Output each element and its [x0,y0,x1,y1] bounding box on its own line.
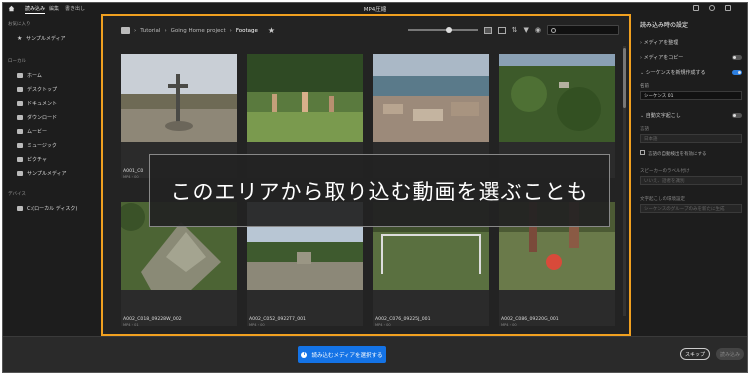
download-icon [17,115,23,120]
scrollbar[interactable] [623,46,626,316]
video-thumbnail[interactable] [121,54,237,142]
copy-media-row[interactable]: › メディアをコピー [640,54,742,61]
chevron-right-icon: › [640,40,642,46]
media-meta: MP4・00 [501,323,517,327]
media-name: A002_C018_09228W_002 [123,317,182,322]
sidebar-item-music[interactable]: ミュージック [17,142,57,149]
import-button[interactable]: 読み込み [716,348,744,360]
sidebar-item-downloads[interactable]: ダウンロード [17,114,57,121]
media-name: A001_C0 [123,169,144,174]
breadcrumb: › Tutorial › Going Home project › Footag… [121,26,275,35]
sidebar-item-sample-media[interactable]: サンプルメディア [17,170,67,177]
home-icon [17,73,23,78]
select-media-button[interactable]: i 読み込むメディアを選択する [298,346,386,363]
list-view-icon[interactable] [497,26,506,34]
folder-icon [17,206,23,211]
import-settings-panel: 読み込み時の設定 › メディアを整理 › メディアをコピー ⌄ シーケンスを新規… [633,14,747,336]
sequence-name-field[interactable]: シーケンス 01 [640,91,742,100]
local-header[interactable]: ローカル [8,58,26,64]
media-name: A002_C086_09220G_001 [501,317,559,322]
video-thumbnail[interactable] [499,54,615,142]
media-meta: MP4・00 [123,175,139,179]
speaker-select[interactable]: いいえ、話者を識別 [640,176,742,185]
search-input[interactable] [547,25,619,35]
skip-button[interactable]: スキップ [680,348,710,360]
top-bar: 読み込み 編集 書き出し MP4圧縮 [3,3,747,14]
project-title: MP4圧縮 [363,7,387,13]
desktop-icon [17,87,23,92]
fullscreen-icon[interactable] [725,5,731,11]
sidebar-item-sample-media-fav[interactable]: ★ サンプルメディア [17,35,66,43]
slider-knob[interactable] [445,27,452,33]
folder-icon [17,171,23,176]
language-select[interactable]: 日本語 [640,134,742,143]
star-icon[interactable]: ★ [268,26,275,35]
language-detect-checkbox[interactable]: 言語の自動検出を有効にする [640,150,707,157]
document-icon [17,101,23,106]
video-thumbnail[interactable] [247,54,363,142]
chevron-down-icon: ⌄ [640,113,645,119]
bottom-bar: i 読み込むメディアを選択する スキップ 読み込み [3,336,747,372]
breadcrumb-item[interactable]: Tutorial [140,28,160,34]
copy-media-toggle[interactable] [732,55,742,60]
breadcrumb-current[interactable]: Footage [236,28,258,34]
caption-overlay: このエリアから取り込む動画を選ぶことも [149,154,610,227]
preset-label: 文字起こしの環境設定 [640,197,685,202]
auto-caption-row[interactable]: ⌄ 自動文字起こし [640,112,742,119]
media-meta: MP4・00 [375,323,391,327]
media-meta: MP4・01 [123,323,139,327]
search-icon [551,28,556,33]
sidebar: お気に入り ★ サンプルメディア ローカル ホーム デスクトップ ドキュメント ダ… [3,14,99,336]
language-label: 言語 [640,127,649,132]
media-name: A002_C076_09225J_001 [375,317,431,322]
devices-header[interactable]: デバイス [8,191,26,197]
sidebar-item-documents[interactable]: ドキュメント [17,100,57,107]
movie-icon [17,129,23,134]
auto-caption-toggle[interactable] [732,113,742,118]
chevron-right-icon: › [640,55,642,61]
sidebar-item-c-drive[interactable]: C:(ローカル ディスク) [17,205,77,212]
speaker-label: スピーカーのラベル付け [640,169,690,174]
media-meta: MP4・00 [249,323,265,327]
checkbox[interactable] [640,150,645,155]
chevron-down-icon: ⌄ [640,70,645,76]
app-window: 読み込み 編集 書き出し MP4圧縮 お気に入り ★ サンプルメディア ローカル … [2,2,748,373]
picture-icon [17,157,23,162]
folder-icon[interactable] [121,27,130,34]
media-name: A002_C052_0922T7_001 [249,317,306,322]
breadcrumb-item[interactable]: Going Home project [171,28,226,34]
sort-icon[interactable]: ⇅ [512,26,518,34]
new-sequence-toggle[interactable] [732,70,742,75]
organize-media-row[interactable]: › メディアを整理 [640,39,742,46]
name-label: 名前 [640,84,649,89]
video-thumbnail[interactable] [373,54,489,142]
favorites-header[interactable]: お気に入り [8,21,31,27]
progress-icon[interactable] [709,5,715,11]
sidebar-item-movies[interactable]: ムービー [17,128,47,135]
new-sequence-row[interactable]: ⌄ シーケンスを新規作成する [640,69,742,76]
grid-view-icon[interactable] [483,26,492,34]
sidebar-item-desktop[interactable]: デスクトップ [17,86,57,93]
thumbnail-size-slider[interactable] [407,27,478,33]
music-icon [17,143,23,148]
panel-title: 読み込み時の設定 [640,22,689,29]
sidebar-item-home[interactable]: ホーム [17,72,42,79]
filter-icon[interactable]: ▼ [524,26,529,34]
preset-select[interactable]: シーケンスのグループのみを新たに生成 [640,204,742,213]
star-icon: ★ [17,35,23,42]
sidebar-item-pictures[interactable]: ピクチャ [17,156,47,163]
workspace-icon[interactable] [693,5,699,11]
eye-icon[interactable]: ◉ [535,26,541,34]
info-icon: i [301,351,308,358]
browser-toolbar: ⇅ ▼ ◉ [407,25,619,35]
scrollbar-thumb[interactable] [623,48,626,108]
